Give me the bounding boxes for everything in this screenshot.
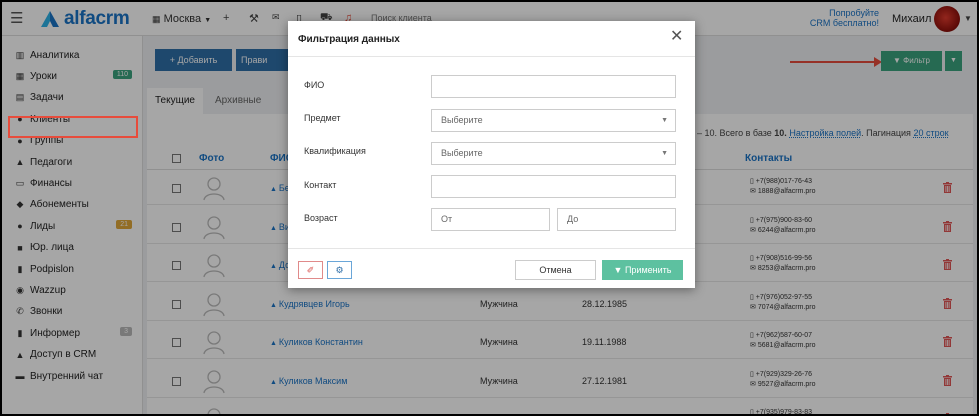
filter-settings-button[interactable]: ⚙	[327, 261, 352, 279]
subject-select-value: Выберите	[441, 115, 483, 125]
gear-icon: ⚙	[335, 265, 344, 275]
age-to-input[interactable]: До	[557, 208, 676, 231]
teachers-highlight-box	[8, 116, 138, 138]
fio-label: ФИО	[304, 80, 325, 90]
age-label: Возраст	[304, 213, 338, 223]
modal-footer: ✐ ⚙ Отмена ▼ Применить	[288, 248, 695, 288]
contact-input[interactable]	[431, 175, 676, 198]
close-icon[interactable]: ✕	[670, 29, 683, 45]
apply-button[interactable]: ▼ Применить	[602, 260, 683, 280]
app-window: ☰ alfacrm ▦ Москва ▼ + ⚒ ✉ ▯ ⛟ ♫ Поиск к…	[2, 2, 977, 414]
contact-label: Контакт	[304, 180, 337, 190]
age-from-input[interactable]: От	[431, 208, 550, 231]
subject-select[interactable]: Выберите ▼	[431, 109, 676, 132]
subject-label: Предмет	[304, 113, 341, 123]
chevron-down-icon: ▼	[661, 117, 668, 124]
qualification-select-value: Выберите	[441, 148, 483, 158]
qualification-select[interactable]: Выберите ▼	[431, 142, 676, 165]
qualification-label: Квалификация	[304, 146, 366, 156]
modal-header: Фильтрация данных ✕	[288, 21, 695, 57]
cancel-button[interactable]: Отмена	[515, 260, 596, 280]
age-from-placeholder: От	[441, 214, 453, 224]
clear-filter-button[interactable]: ✐	[298, 261, 323, 279]
age-to-placeholder: До	[567, 214, 579, 224]
eraser-icon: ✐	[306, 265, 315, 275]
fio-input[interactable]	[431, 75, 676, 98]
filter-modal: Фильтрация данных ✕ ФИО Предмет Выберите…	[288, 21, 695, 288]
chevron-down-icon: ▼	[661, 150, 668, 157]
modal-title: Фильтрация данных	[298, 34, 400, 45]
